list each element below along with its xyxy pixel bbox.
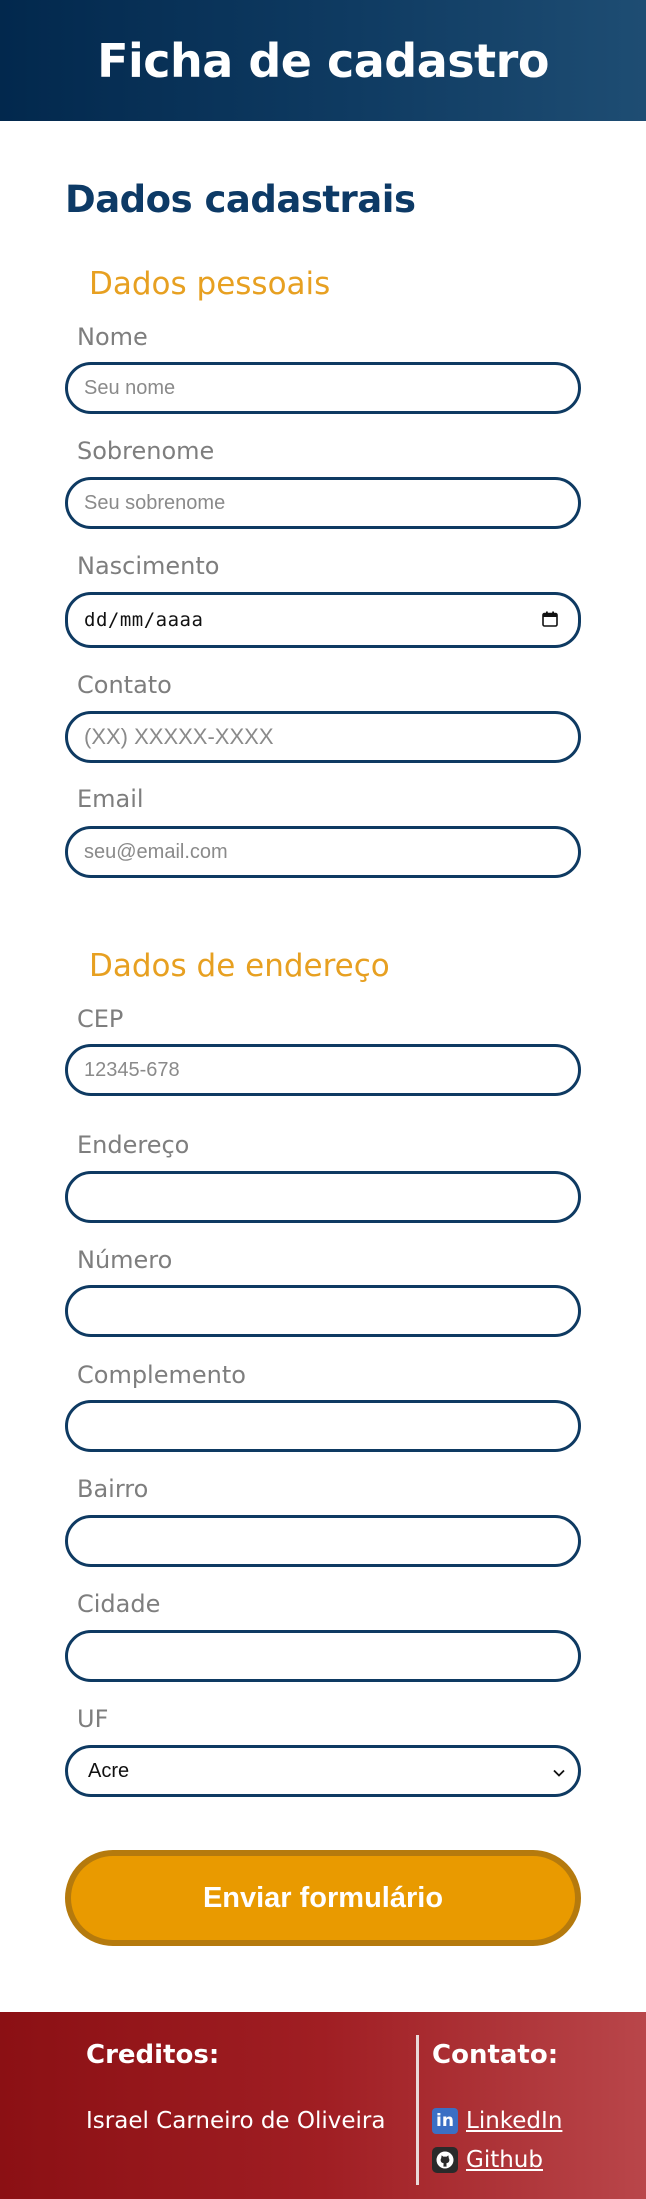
cidade-input[interactable] bbox=[65, 1630, 581, 1682]
uf-selected-value: Acre bbox=[88, 1759, 130, 1782]
bairro-input[interactable] bbox=[65, 1515, 581, 1567]
cep-input[interactable]: 12345-678 bbox=[65, 1044, 581, 1096]
nascimento-label: Nascimento bbox=[77, 552, 220, 580]
contact-heading: Contato: bbox=[432, 2040, 559, 2070]
chevron-down-icon bbox=[553, 1769, 565, 1777]
page-title: Ficha de cadastro bbox=[97, 33, 549, 88]
github-link-row: Github bbox=[432, 2147, 543, 2173]
author-name: Israel Carneiro de Oliveira bbox=[86, 2108, 386, 2134]
email-input[interactable]: seu@email.com bbox=[65, 826, 581, 878]
bairro-label: Bairro bbox=[77, 1475, 149, 1503]
linkedin-icon: in bbox=[432, 2108, 458, 2134]
email-placeholder: seu@email.com bbox=[84, 840, 228, 863]
endereco-label: Endereço bbox=[77, 1131, 190, 1159]
page-header: Ficha de cadastro bbox=[0, 0, 646, 121]
complemento-input[interactable] bbox=[65, 1400, 581, 1452]
linkedin-link-row: in LinkedIn bbox=[432, 2108, 562, 2134]
uf-select[interactable]: Acre bbox=[65, 1745, 581, 1797]
contato-input[interactable]: (XX) XXXXX-XXXX bbox=[65, 711, 581, 763]
email-label: Email bbox=[77, 785, 144, 813]
github-link[interactable]: Github bbox=[466, 2147, 543, 2173]
cep-label: CEP bbox=[77, 1005, 124, 1033]
sobrenome-input[interactable]: Seu sobrenome bbox=[65, 477, 581, 529]
contato-placeholder: (XX) XXXXX-XXXX bbox=[84, 724, 274, 749]
nome-placeholder: Seu nome bbox=[84, 376, 176, 399]
nome-label: Nome bbox=[77, 323, 148, 351]
endereco-input[interactable] bbox=[65, 1171, 581, 1223]
linkedin-link[interactable]: LinkedIn bbox=[466, 2108, 562, 2134]
calendar-icon[interactable] bbox=[542, 611, 558, 627]
credits-heading: Creditos: bbox=[86, 2040, 220, 2070]
nascimento-placeholder: dd/mm/aaaa bbox=[84, 609, 204, 631]
nome-input[interactable]: Seu nome bbox=[65, 362, 581, 414]
form-title: Dados cadastrais bbox=[65, 178, 416, 221]
address-data-heading: Dados de endereço bbox=[89, 948, 390, 984]
numero-label: Número bbox=[77, 1246, 173, 1274]
github-icon bbox=[432, 2147, 458, 2173]
personal-data-heading: Dados pessoais bbox=[89, 266, 331, 302]
page-footer: Creditos: Israel Carneiro de Oliveira Co… bbox=[0, 2012, 646, 2199]
submit-button[interactable]: Enviar formulário bbox=[65, 1850, 581, 1946]
uf-label: UF bbox=[77, 1705, 109, 1733]
sobrenome-placeholder: Seu sobrenome bbox=[84, 491, 226, 514]
sobrenome-label: Sobrenome bbox=[77, 437, 215, 465]
complemento-label: Complemento bbox=[77, 1361, 246, 1389]
contato-label: Contato bbox=[77, 671, 172, 699]
cidade-label: Cidade bbox=[77, 1590, 161, 1618]
footer-divider bbox=[416, 2035, 419, 2185]
numero-input[interactable] bbox=[65, 1285, 581, 1337]
cep-placeholder: 12345-678 bbox=[84, 1058, 180, 1081]
nascimento-date-input[interactable]: dd/mm/aaaa bbox=[65, 592, 581, 648]
